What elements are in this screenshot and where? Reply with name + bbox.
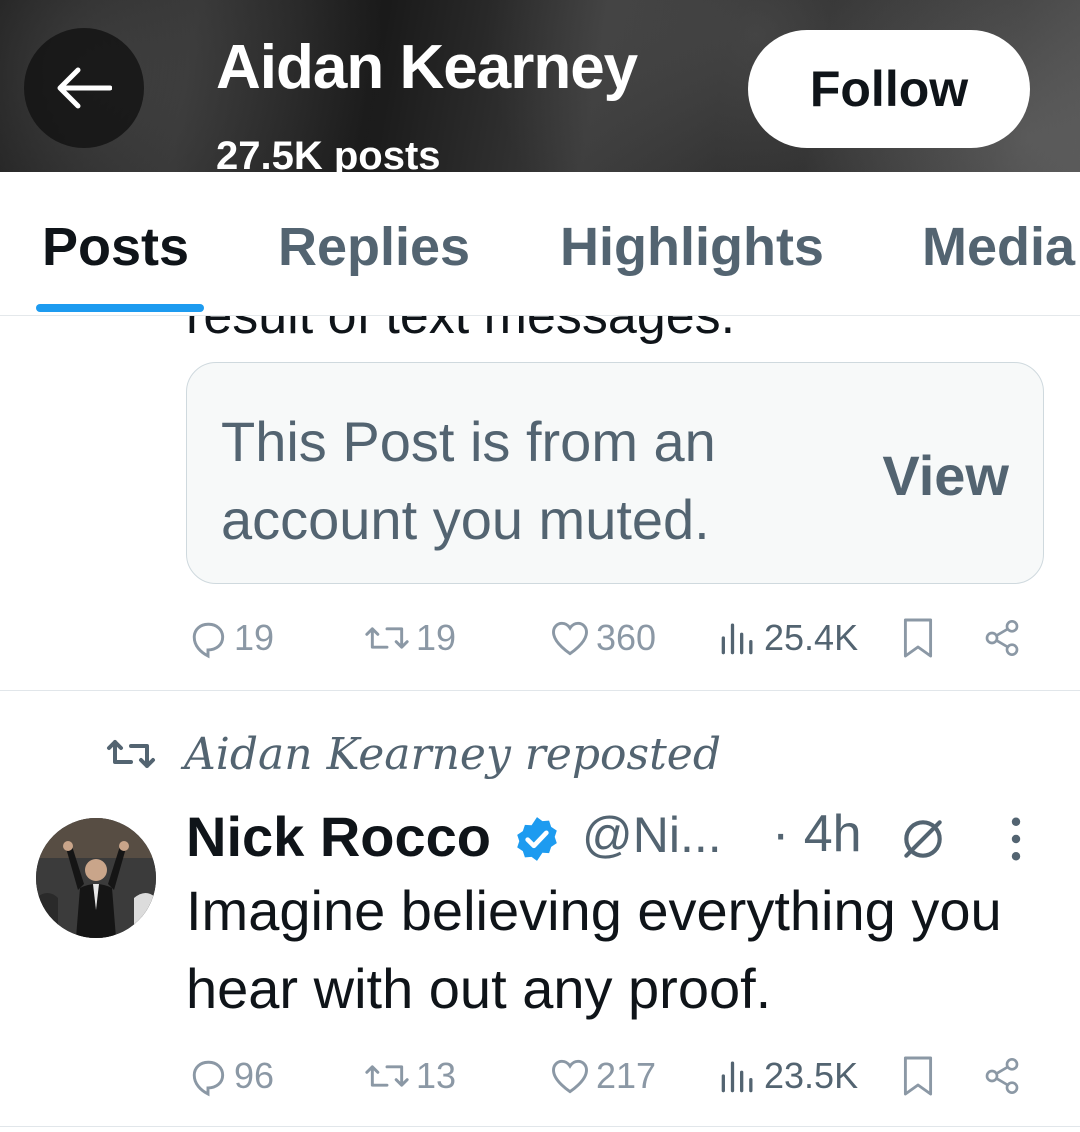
repost-button[interactable]: 19 (362, 608, 456, 668)
post-actions: 96 13 217 23.5K (186, 1046, 1046, 1106)
tab-replies[interactable]: Replies (278, 216, 470, 278)
verified-badge-icon (517, 817, 557, 861)
views-button[interactable]: 25.4K (716, 608, 858, 668)
tweet-text: Imagine believing everything you hear wi… (186, 879, 1002, 1020)
like-count: 217 (596, 1055, 657, 1096)
repost-indicator[interactable]: Aidan Kearney reposted (104, 722, 721, 786)
reply-icon (192, 1060, 225, 1097)
author-name[interactable]: Nick Rocco (186, 804, 491, 869)
muted-post-notice: This Post is from an account you muted. … (186, 362, 1044, 584)
bookmark-button[interactable] (900, 608, 936, 668)
repost-count: 19 (416, 617, 457, 658)
repost-button[interactable]: 13 (362, 1046, 456, 1106)
views-button[interactable]: 23.5K (716, 1046, 858, 1106)
back-button[interactable] (24, 28, 144, 148)
reply-button[interactable]: 96 (186, 1046, 274, 1106)
views-count: 23.5K (764, 1055, 859, 1096)
repost-icon (365, 627, 409, 649)
views-chart-icon (721, 623, 753, 655)
share-icon (985, 620, 1019, 656)
arrow-left-icon (57, 67, 112, 109)
view-muted-post-button[interactable]: View (882, 443, 1009, 508)
repost-count: 13 (416, 1055, 457, 1096)
posts-count: 27.5K posts (216, 134, 441, 172)
post-actions: 19 19 360 25.4K (186, 608, 1046, 668)
reply-count: 96 (234, 1055, 275, 1096)
like-count: 360 (596, 617, 657, 658)
views-chart-icon (721, 1061, 753, 1093)
post-time[interactable]: · 4h (772, 804, 862, 864)
repost-label: Aidan Kearney reposted (184, 728, 721, 780)
bookmark-icon (903, 1056, 933, 1096)
author-handle[interactable]: @Ni... (582, 806, 722, 864)
like-button[interactable]: 360 (548, 608, 656, 668)
bookmark-button[interactable] (900, 1046, 936, 1106)
reply-count: 19 (234, 617, 275, 658)
tab-highlights[interactable]: Highlights (560, 216, 824, 278)
bookmark-icon (903, 618, 933, 658)
profile-name: Aidan Kearney (216, 33, 638, 102)
like-button[interactable]: 217 (548, 1046, 656, 1106)
post-divider (0, 690, 1080, 691)
avatar[interactable] (36, 818, 156, 938)
avatar-image (36, 818, 156, 938)
muted-notice-text: This Post is from an account you muted. (221, 410, 716, 551)
share-button[interactable] (982, 1046, 1022, 1106)
tab-media[interactable]: Media (922, 216, 1075, 278)
tweet-header: Nick Rocco @Ni... · 4h (186, 802, 1046, 872)
views-count: 25.4K (764, 617, 859, 658)
no-entry-icon (904, 820, 942, 858)
more-options-icon[interactable] (1006, 816, 1026, 862)
reply-icon (192, 622, 225, 659)
repost-icon (365, 1065, 409, 1087)
heart-icon (552, 621, 588, 656)
reply-button[interactable]: 19 (186, 608, 274, 668)
profile-tabs: Posts Replies Highlights Media (0, 172, 1080, 316)
share-icon (985, 1058, 1019, 1094)
active-tab-indicator (36, 304, 204, 312)
post-divider (0, 1126, 1080, 1127)
repost-icon (107, 740, 155, 768)
share-button[interactable] (982, 608, 1022, 668)
follow-button[interactable]: Follow (748, 30, 1030, 148)
profile-header: Aidan Kearney 27.5K posts Follow (0, 0, 1080, 172)
tab-posts[interactable]: Posts (42, 216, 189, 278)
heart-icon (552, 1059, 588, 1094)
